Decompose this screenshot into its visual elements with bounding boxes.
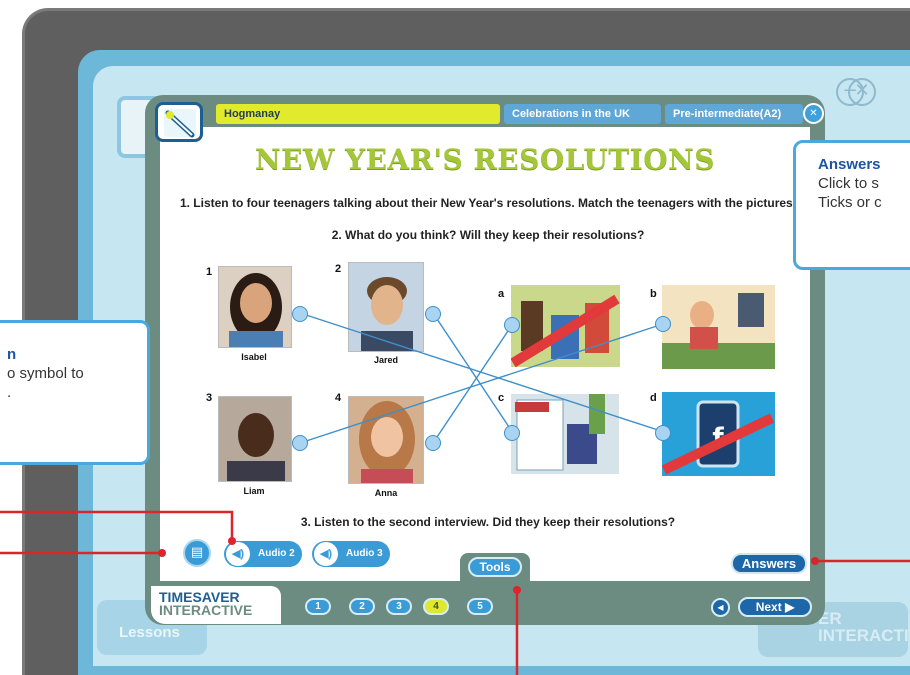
page-button-4[interactable]: 4 <box>423 598 449 615</box>
answers-callout-line-2: Ticks or c <box>818 194 882 211</box>
brand-logo: TIMESAVER INTERACTIVE <box>151 586 281 624</box>
document-icon: ▤ <box>190 545 204 560</box>
audio-2-label: Audio 2 <box>258 548 295 559</box>
page-button-2[interactable]: 2 <box>349 598 375 615</box>
answers-callout: Answers Click to s Ticks or c <box>793 140 910 270</box>
chevron-right-icon: ▶ <box>785 600 795 614</box>
audio-3-button[interactable]: ◀) Audio 3 <box>312 541 390 567</box>
next-page-button[interactable]: Next ▶ <box>738 597 812 617</box>
connector-dot-c[interactable] <box>504 425 520 441</box>
speaker-icon: ◀) <box>226 542 250 566</box>
answers-button[interactable]: Answers <box>731 553 807 574</box>
tools-button[interactable]: Tools <box>468 557 522 577</box>
match-line-4-a <box>432 324 513 444</box>
audio-3-label: Audio 3 <box>346 548 383 559</box>
audio-callout: n o symbol to . <box>0 320 150 465</box>
next-label: Next <box>755 600 782 614</box>
connector-dot-3[interactable] <box>292 435 308 451</box>
audio-callout-line-1: o symbol to <box>7 365 84 382</box>
audio-callout-title: n <box>7 346 17 363</box>
connector-dot-d[interactable] <box>655 425 671 441</box>
answers-callout-title: Answers <box>818 156 881 173</box>
chevron-left-icon: ◀ <box>717 603 724 612</box>
connector-dot-a[interactable] <box>504 317 520 333</box>
page-button-5[interactable]: 5 <box>467 598 493 615</box>
speaker-icon: ◀) <box>314 542 338 566</box>
instruction-3: 3. Listen to the second interview. Did t… <box>300 515 676 529</box>
audio-callout-line-2: . <box>7 384 12 401</box>
page-button-3[interactable]: 3 <box>386 598 412 615</box>
audio-2-button[interactable]: ◀) Audio 2 <box>224 541 302 567</box>
match-line-2-c <box>432 312 514 434</box>
connector-dot-2[interactable] <box>425 306 441 322</box>
connector-dot-4[interactable] <box>425 435 441 451</box>
answers-callout-line-1: Click to s <box>818 175 879 192</box>
brand-line-2: INTERACTIVE <box>159 602 253 618</box>
previous-page-button[interactable]: ◀ <box>711 598 730 617</box>
connector-dot-b[interactable] <box>655 316 671 332</box>
match-line-3-b <box>299 323 664 444</box>
connector-dot-1[interactable] <box>292 306 308 322</box>
match-line-1-d <box>299 312 665 433</box>
transcript-button[interactable]: ▤ <box>183 539 211 567</box>
page-button-1[interactable]: 1 <box>305 598 331 615</box>
